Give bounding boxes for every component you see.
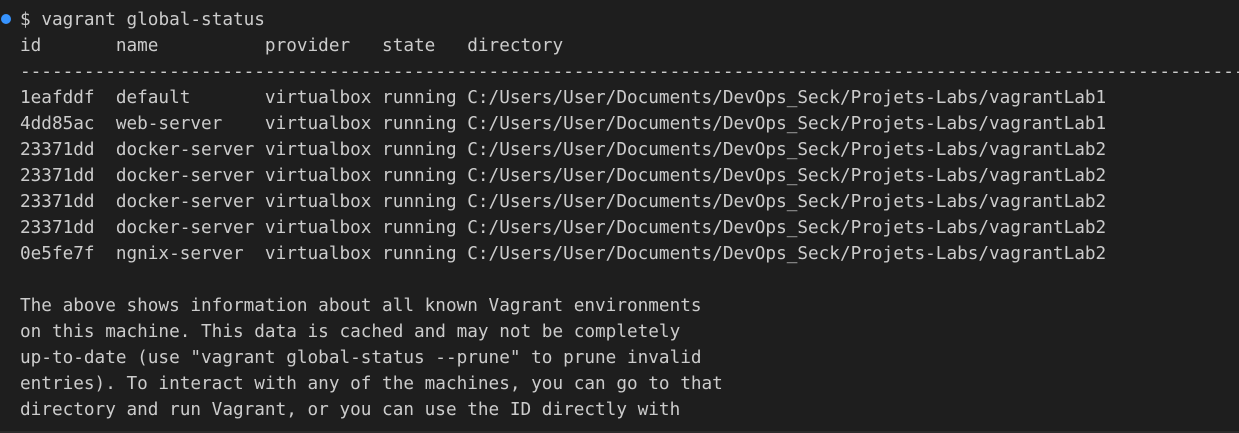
table-row: 23371dd docker-server virtualbox running… — [20, 192, 1107, 212]
table-row: 1eafddf default virtualbox running C:/Us… — [20, 88, 1107, 108]
command-text: vagrant global-status — [41, 10, 265, 30]
table-row: 0e5fe7f ngnix-server virtualbox running … — [20, 244, 1107, 264]
table-row: 4dd85ac web-server virtualbox running C:… — [20, 114, 1107, 134]
info-text-line: entries). To interact with any of the ma… — [20, 374, 723, 394]
table-row: 23371dd docker-server virtualbox running… — [20, 218, 1107, 238]
info-text-line: up-to-date (use "vagrant global-status -… — [20, 348, 702, 368]
command-status-dot-icon[interactable] — [1, 14, 11, 24]
table-header: id name provider state directory — [20, 36, 564, 56]
info-text-line: on this machine. This data is cached and… — [20, 322, 681, 342]
command-line: $ vagrant global-status — [20, 7, 265, 33]
terminal-window[interactable]: $ vagrant global-status id name provider… — [0, 0, 1239, 433]
prompt-symbol: $ — [20, 10, 31, 30]
table-row: 23371dd docker-server virtualbox running… — [20, 140, 1107, 160]
info-text-line: directory and run Vagrant, or you can us… — [20, 400, 681, 420]
table-separator: ----------------------------------------… — [20, 62, 1239, 82]
table-row: 23371dd docker-server virtualbox running… — [20, 166, 1107, 186]
info-text-line: The above shows information about all kn… — [20, 296, 702, 316]
